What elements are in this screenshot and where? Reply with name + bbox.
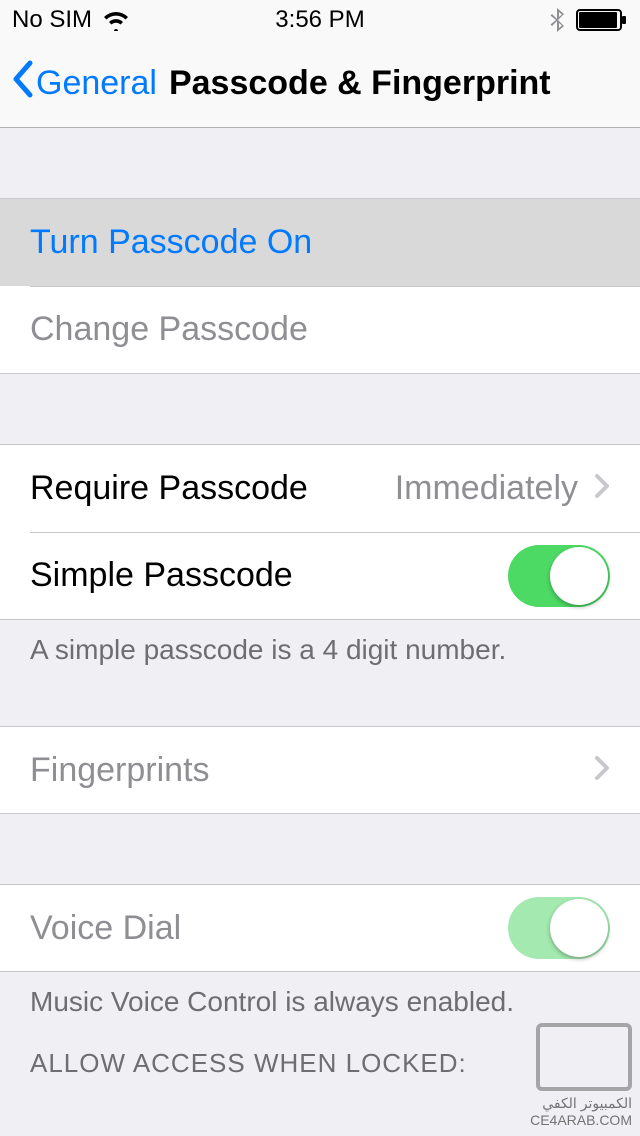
fingerprints-cell[interactable]: Fingerprints <box>0 726 640 814</box>
voice-dial-label: Voice Dial <box>30 909 181 948</box>
fingerprints-label: Fingerprints <box>30 751 210 790</box>
wifi-icon <box>102 9 130 31</box>
navigation-bar: General Passcode & Fingerprint <box>0 40 640 128</box>
require-passcode-label: Require Passcode <box>30 469 308 508</box>
simple-passcode-cell: Simple Passcode <box>0 532 640 620</box>
status-bar: No SIM 3:56 PM <box>0 0 640 40</box>
back-button[interactable]: General <box>10 59 157 108</box>
turn-passcode-on-cell[interactable]: Turn Passcode On <box>0 198 640 286</box>
allow-access-header: ALLOW ACCESS WHEN LOCKED: <box>0 1018 640 1089</box>
voice-dial-cell: Voice Dial <box>0 884 640 972</box>
voice-dial-toggle[interactable] <box>508 897 610 959</box>
status-left: No SIM <box>12 6 130 34</box>
change-passcode-cell[interactable]: Change Passcode <box>0 286 640 374</box>
chevron-right-icon <box>594 751 610 790</box>
back-label: General <box>36 64 157 103</box>
status-right <box>550 7 628 33</box>
battery-icon <box>576 9 628 31</box>
simple-passcode-label: Simple Passcode <box>30 556 293 595</box>
voice-dial-footer: Music Voice Control is always enabled. <box>0 972 640 1018</box>
toggle-knob <box>550 899 608 957</box>
change-passcode-label: Change Passcode <box>30 310 308 349</box>
chevron-left-icon <box>10 59 34 108</box>
page-title: Passcode & Fingerprint <box>169 64 551 103</box>
simple-passcode-footer: A simple passcode is a 4 digit number. <box>0 620 640 666</box>
require-passcode-value: Immediately <box>395 469 578 508</box>
chevron-right-icon <box>594 469 610 508</box>
simple-passcode-toggle[interactable] <box>508 545 610 607</box>
clock-label: 3:56 PM <box>275 6 364 34</box>
carrier-label: No SIM <box>12 6 92 34</box>
require-passcode-cell[interactable]: Require Passcode Immediately <box>0 444 640 532</box>
turn-passcode-on-label: Turn Passcode On <box>30 223 312 262</box>
toggle-knob <box>550 547 608 605</box>
content: Turn Passcode On Change Passcode Require… <box>0 128 640 1136</box>
bluetooth-icon <box>550 7 566 33</box>
